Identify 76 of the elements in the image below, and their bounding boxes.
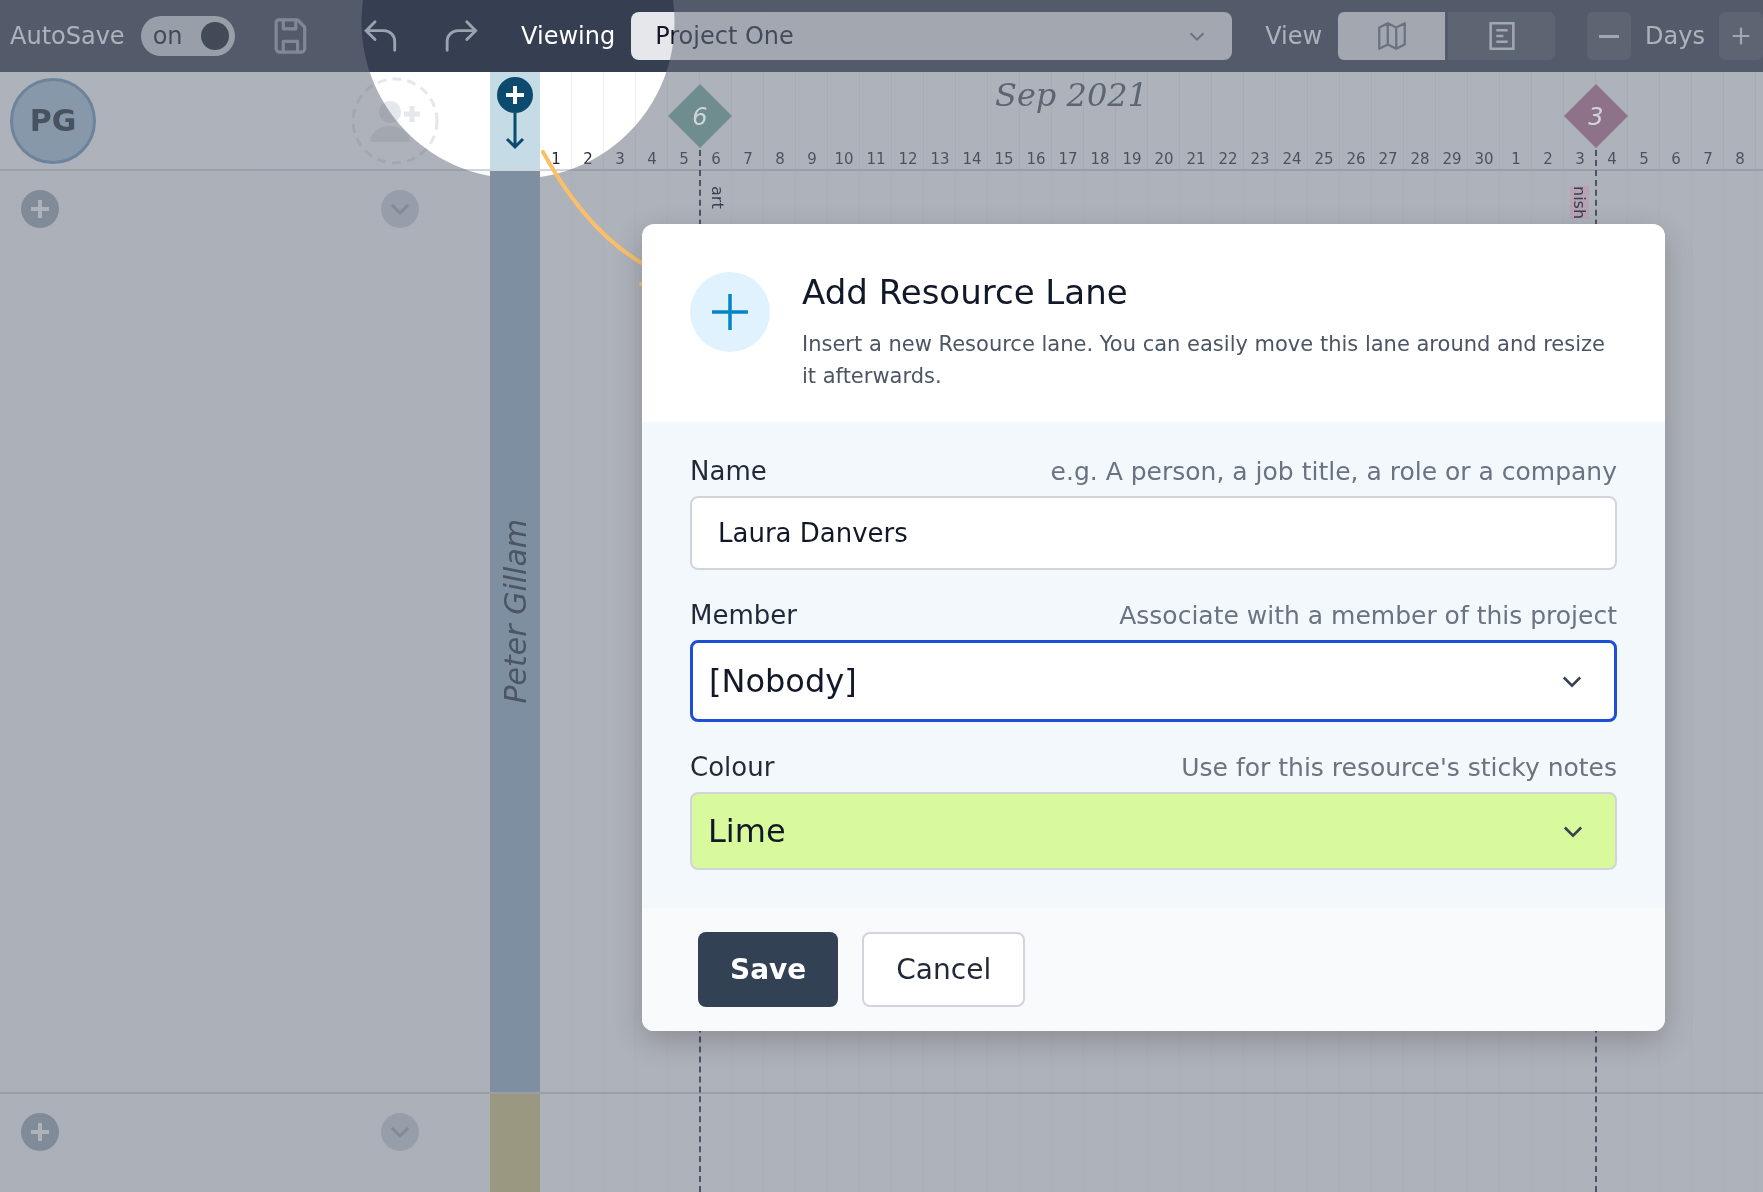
member-select[interactable]: [Nobody] (690, 640, 1617, 722)
colour-select[interactable]: Lime (690, 792, 1617, 870)
day-number: 22 (1217, 150, 1239, 168)
day-number: 2 (582, 150, 594, 168)
day-number: 4 (1606, 150, 1618, 168)
chevron-down-icon[interactable] (380, 1112, 420, 1152)
day-number: 5 (1638, 150, 1650, 168)
day-number: 3 (614, 150, 626, 168)
milestone-marker[interactable]: 6 (668, 84, 732, 148)
milestone-label: art (708, 186, 727, 209)
add-icon[interactable] (20, 1112, 60, 1152)
day-number: 6 (1670, 150, 1682, 168)
day-number: 8 (1734, 150, 1746, 168)
day-number: 21 (1185, 150, 1207, 168)
day-number: 25 (1313, 150, 1335, 168)
milestone-marker[interactable]: 3 (1564, 84, 1628, 148)
zoom-in-button[interactable] (1719, 12, 1763, 60)
day-number: 14 (961, 150, 983, 168)
day-number: 17 (1057, 150, 1079, 168)
day-number: 19 (1121, 150, 1143, 168)
day-number: 4 (646, 150, 658, 168)
day-number: 20 (1153, 150, 1175, 168)
field-label: Colour (690, 752, 775, 782)
day-number: 15 (993, 150, 1015, 168)
field-hint: e.g. A person, a job title, a role or a company (1050, 457, 1617, 486)
cancel-button[interactable]: Cancel (862, 932, 1026, 1007)
plus-icon (1730, 25, 1752, 47)
list-view-button[interactable] (1448, 12, 1556, 60)
day-number: 12 (897, 150, 919, 168)
day-number: 24 (1281, 150, 1303, 168)
zoom-level-label: Days (1645, 21, 1705, 51)
day-number: 16 (1025, 150, 1047, 168)
day-number: 9 (806, 150, 818, 168)
add-icon (690, 272, 770, 352)
add-person-icon[interactable] (350, 75, 440, 166)
viewing-label: Viewing (521, 22, 616, 50)
day-number: 1 (1510, 150, 1522, 168)
save-button[interactable]: Save (698, 932, 839, 1007)
map-view-button[interactable] (1338, 12, 1446, 60)
minus-icon (1599, 34, 1620, 38)
day-number: 18 (1089, 150, 1111, 168)
day-number: 7 (1702, 150, 1714, 168)
day-number: 6 (710, 150, 722, 168)
view-label: View (1265, 22, 1323, 50)
day-number: 10 (833, 150, 855, 168)
day-number: 29 (1441, 150, 1463, 168)
field-hint: Use for this resource's sticky notes (1181, 753, 1617, 782)
day-number: 13 (929, 150, 951, 168)
day-number: 7 (742, 150, 754, 168)
month-label: Sep 2021 (995, 76, 1148, 114)
field-hint: Associate with a member of this project (1119, 601, 1617, 630)
day-number: 28 (1409, 150, 1431, 168)
name-input[interactable]: Laura Danvers (690, 496, 1617, 570)
day-number: 11 (865, 150, 887, 168)
dialog-description: Insert a new Resource lane. You can easily move this lane around and resize it afterwards. (802, 331, 1606, 390)
lane-name-strip[interactable]: Peter Gillam (490, 171, 540, 1092)
day-number: 1 (550, 150, 562, 168)
day-number: 23 (1249, 150, 1271, 168)
day-number: 3 (1574, 150, 1586, 168)
add-icon[interactable] (20, 189, 60, 229)
field-label: Member (690, 600, 797, 630)
autosave-label: AutoSave (10, 22, 125, 50)
day-number: 8 (774, 150, 786, 168)
day-number: 26 (1345, 150, 1367, 168)
chevron-down-icon[interactable] (380, 189, 420, 229)
dialog-title: Add Resource Lane (802, 272, 1129, 312)
day-number: 27 (1377, 150, 1399, 168)
user-avatar[interactable]: PG (10, 77, 96, 164)
day-number: 5 (678, 150, 690, 168)
milestone-label: nish (1570, 186, 1589, 220)
autosave-toggle[interactable]: on (140, 16, 235, 56)
day-number: 30 (1473, 150, 1495, 168)
field-label: Name (690, 456, 767, 486)
insert-lane-icon[interactable] (495, 76, 535, 152)
zoom-out-button[interactable] (1587, 12, 1632, 60)
day-number: 2 (1542, 150, 1554, 168)
